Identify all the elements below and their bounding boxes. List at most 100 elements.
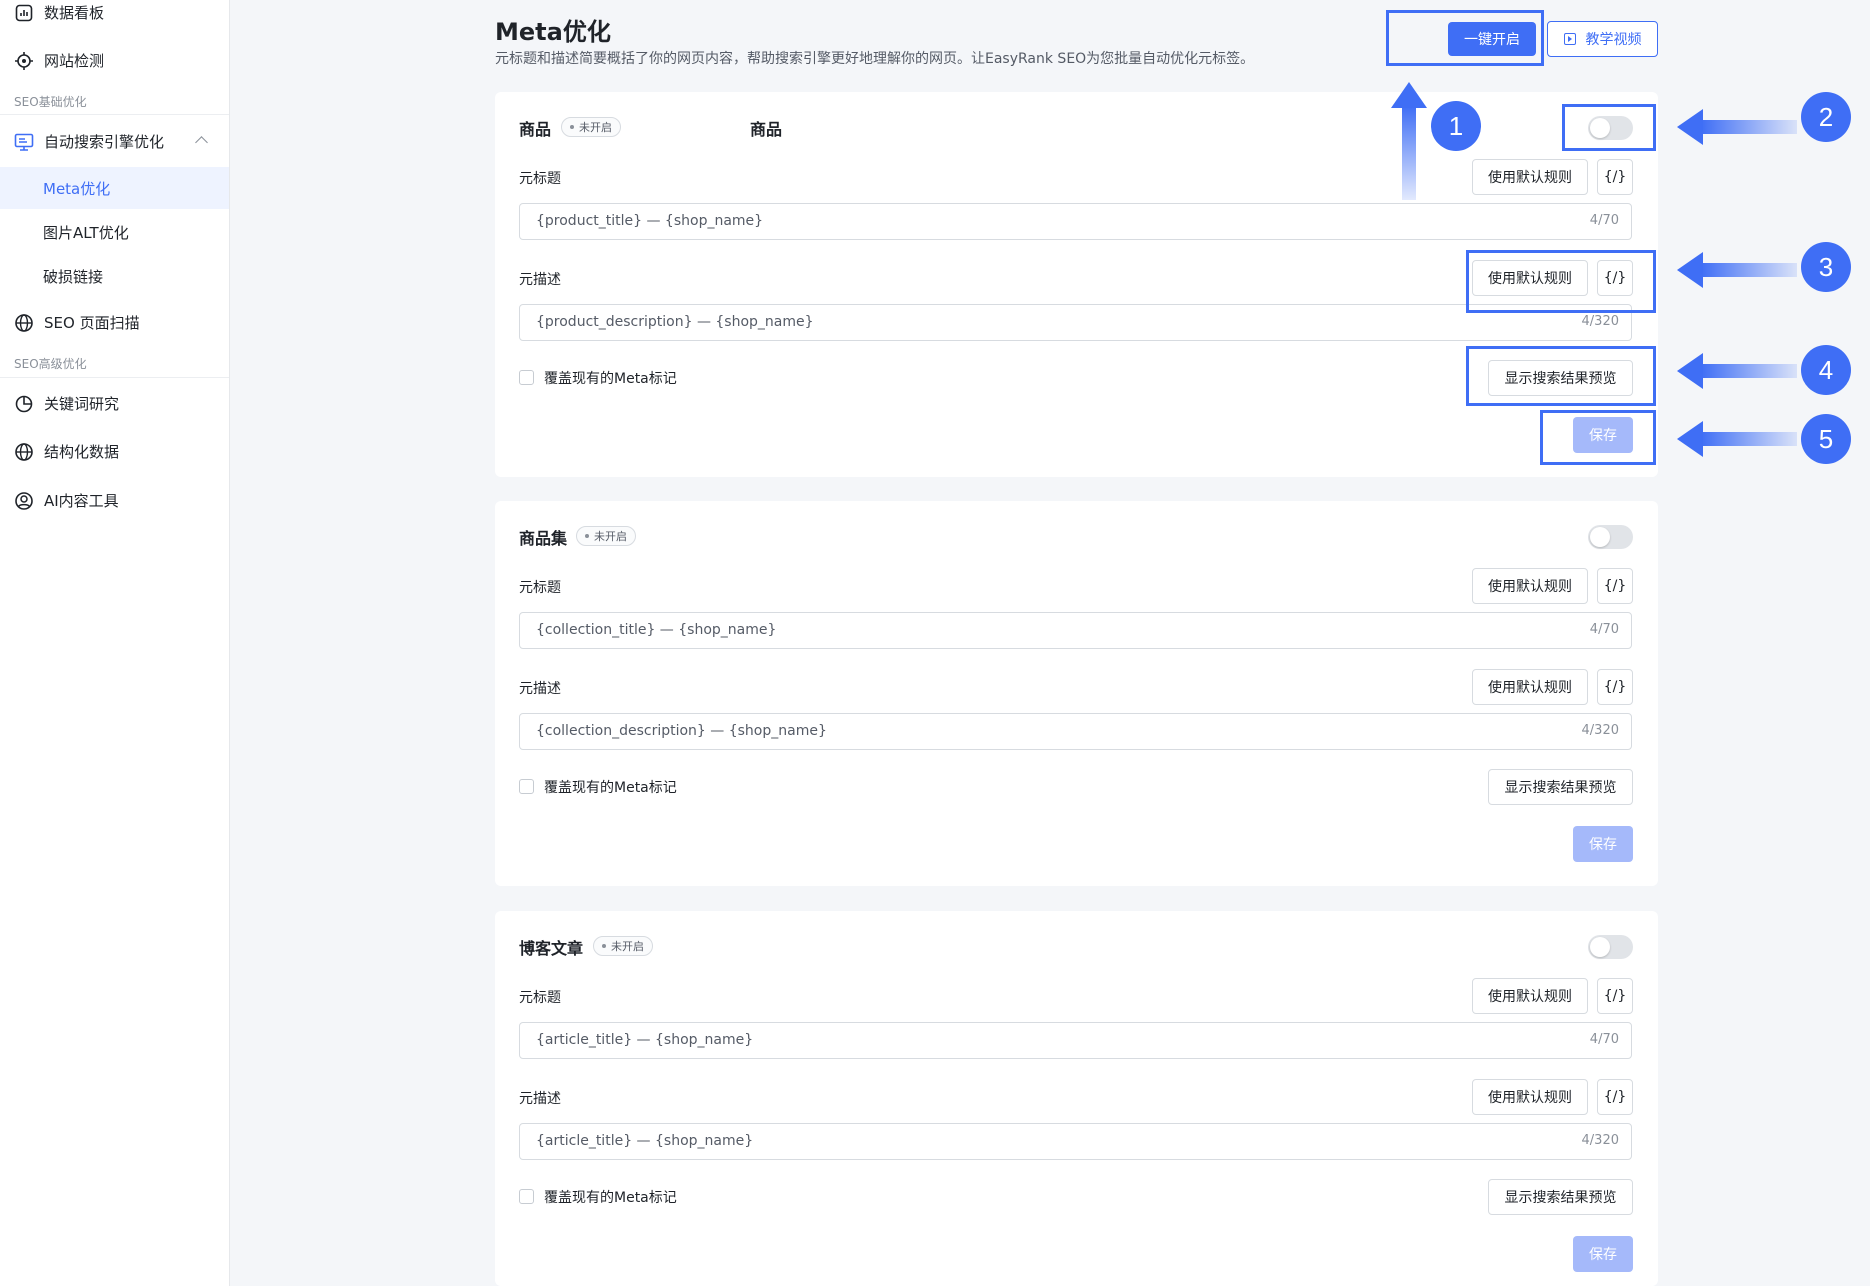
highlight-box-3 — [1466, 250, 1656, 313]
search-preview-button[interactable]: 显示搜索结果预览 — [1488, 769, 1633, 805]
overwrite-checkbox[interactable] — [519, 1189, 534, 1204]
use-default-rule-button[interactable]: 使用默认规则 — [1472, 669, 1588, 705]
nav-seo-scan-label: SEO 页面扫描 — [44, 314, 140, 332]
nav-group-basic: SEO基础优化 — [14, 95, 87, 109]
nav-ai-tool[interactable]: AI内容工具 — [14, 490, 119, 511]
meta-title-value: {article_title} — {shop_name} — [536, 1032, 754, 1048]
nav-auto-seo[interactable]: 自动搜索引擎优化 — [14, 131, 164, 152]
insert-variable-button[interactable]: {/} — [1597, 978, 1633, 1014]
meta-title-label: 元标题 — [519, 171, 561, 187]
nav-ai-tool-label: AI内容工具 — [44, 492, 119, 510]
monitor-icon — [14, 132, 34, 152]
step-marker-2: 2 — [1801, 92, 1851, 142]
nav-meta-opt[interactable]: Meta优化 — [43, 178, 110, 199]
page-description: 元标题和描述简要概括了你的网页内容，帮助搜索引擎更好地理解你的网页。让EasyR… — [495, 51, 1255, 67]
enable-toggle[interactable] — [1588, 935, 1633, 959]
arrow-left-icon — [1677, 252, 1797, 288]
meta-desc-label: 元描述 — [519, 272, 561, 288]
overwrite-label: 覆盖现有的Meta标记 — [544, 1190, 677, 1206]
nav-keyword[interactable]: 关键词研究 — [14, 393, 119, 414]
char-counter: 4/320 — [1581, 1133, 1619, 1148]
char-counter: 4/70 — [1589, 622, 1619, 637]
use-default-rule-button[interactable]: 使用默认规则 — [1472, 568, 1588, 604]
meta-desc-label: 元描述 — [519, 1091, 561, 1107]
meta-title-input[interactable]: {article_title} — {shop_name} 4/70 — [519, 1022, 1632, 1059]
nav-active-highlight — [0, 167, 229, 209]
nav-auto-seo-label: 自动搜索引擎优化 — [44, 133, 165, 151]
meta-desc-input[interactable]: {collection_description} — {shop_name} 4/… — [519, 713, 1632, 750]
enable-toggle[interactable] — [1588, 525, 1633, 549]
nav-seo-scan[interactable]: SEO 页面扫描 — [14, 312, 140, 333]
status-dot — [602, 944, 606, 948]
play-icon — [1563, 33, 1576, 45]
nav-site-check[interactable]: 网站检测 — [14, 50, 104, 71]
meta-title-value: {collection_title} — {shop_name} — [536, 622, 777, 638]
meta-title-label: 元标题 — [519, 580, 561, 596]
nav-image-alt[interactable]: 图片ALT优化 — [43, 222, 129, 243]
status-dot — [585, 534, 589, 538]
card-title: 商品 — [519, 120, 552, 139]
status-text: 未开启 — [594, 530, 627, 543]
nav-dashboard-label: 数据看板 — [44, 4, 105, 22]
char-counter: 4/70 — [1589, 1032, 1619, 1047]
meta-title-input[interactable]: {collection_title} — {shop_name} 4/70 — [519, 612, 1632, 649]
search-preview-button[interactable]: 显示搜索结果预览 — [1488, 1179, 1633, 1215]
highlight-box-2 — [1562, 104, 1656, 151]
chart-icon — [14, 3, 34, 23]
status-badge: 未开启 — [561, 117, 621, 137]
sidebar: 数据看板 网站检测 SEO基础优化 自动搜索引擎优化 Meta优化 图片ALT优… — [0, 0, 230, 1286]
meta-desc-input[interactable]: {article_title} — {shop_name} 4/320 — [519, 1123, 1632, 1160]
status-text: 未开启 — [611, 940, 644, 953]
use-default-rule-button[interactable]: 使用默认规则 — [1472, 159, 1588, 195]
status-badge: 未开启 — [576, 526, 636, 546]
arrow-up-icon — [1391, 82, 1427, 200]
meta-title-input[interactable]: {product_title} — {shop_name} 4/70 — [519, 203, 1632, 240]
nav-group-advanced: SEO高级优化 — [14, 357, 87, 371]
tutorial-video-button[interactable]: 教学视频 — [1547, 21, 1658, 57]
overwrite-checkbox[interactable] — [519, 370, 534, 385]
nav-dashboard[interactable]: 数据看板 — [14, 2, 104, 23]
insert-variable-button[interactable]: {/} — [1597, 159, 1633, 195]
step-marker-1: 1 — [1431, 101, 1481, 151]
status-text: 未开启 — [579, 121, 612, 134]
globe-icon — [14, 313, 34, 333]
use-default-rule-button[interactable]: 使用默认规则 — [1472, 1079, 1588, 1115]
char-counter: 4/320 — [1581, 314, 1619, 329]
char-counter: 4/70 — [1589, 213, 1619, 228]
meta-desc-value: {product_description} — {shop_name} — [536, 314, 814, 330]
highlight-box-4 — [1466, 346, 1656, 406]
char-counter: 4/320 — [1581, 723, 1619, 738]
page-title: Meta优化 — [495, 18, 611, 46]
divider — [0, 114, 229, 115]
arrow-left-icon — [1677, 109, 1797, 145]
nav-keyword-label: 关键词研究 — [44, 395, 120, 413]
insert-variable-button[interactable]: {/} — [1597, 669, 1633, 705]
overwrite-label: 覆盖现有的Meta标记 — [544, 371, 677, 387]
globe-icon — [14, 442, 34, 462]
chevron-up-icon[interactable] — [195, 136, 208, 149]
save-button[interactable]: 保存 — [1573, 1236, 1633, 1272]
meta-desc-value: {collection_description} — {shop_name} — [536, 723, 827, 739]
meta-desc-value: {article_title} — {shop_name} — [536, 1133, 754, 1149]
step-marker-5: 5 — [1801, 414, 1851, 464]
meta-desc-label: 元描述 — [519, 681, 561, 697]
card-title: 商品 — [750, 120, 783, 139]
save-button[interactable]: 保存 — [1573, 826, 1633, 862]
insert-variable-button[interactable]: {/} — [1597, 568, 1633, 604]
overwrite-label: 覆盖现有的Meta标记 — [544, 780, 677, 796]
meta-title-label: 元标题 — [519, 990, 561, 1006]
divider — [0, 377, 229, 378]
use-default-rule-button[interactable]: 使用默认规则 — [1472, 978, 1588, 1014]
status-dot — [570, 125, 574, 129]
nav-structured[interactable]: 结构化数据 — [14, 441, 119, 462]
pie-icon — [14, 394, 34, 414]
card-title: 博客文章 — [519, 939, 584, 958]
insert-variable-button[interactable]: {/} — [1597, 1079, 1633, 1115]
tutorial-video-label: 教学视频 — [1585, 32, 1642, 48]
nav-broken-links[interactable]: 破损链接 — [43, 266, 103, 287]
highlight-box-1 — [1386, 10, 1544, 66]
step-marker-3: 3 — [1801, 242, 1851, 292]
overwrite-checkbox[interactable] — [519, 779, 534, 794]
meta-title-value: {product_title} — {shop_name} — [536, 213, 764, 229]
step-marker-4: 4 — [1801, 345, 1851, 395]
